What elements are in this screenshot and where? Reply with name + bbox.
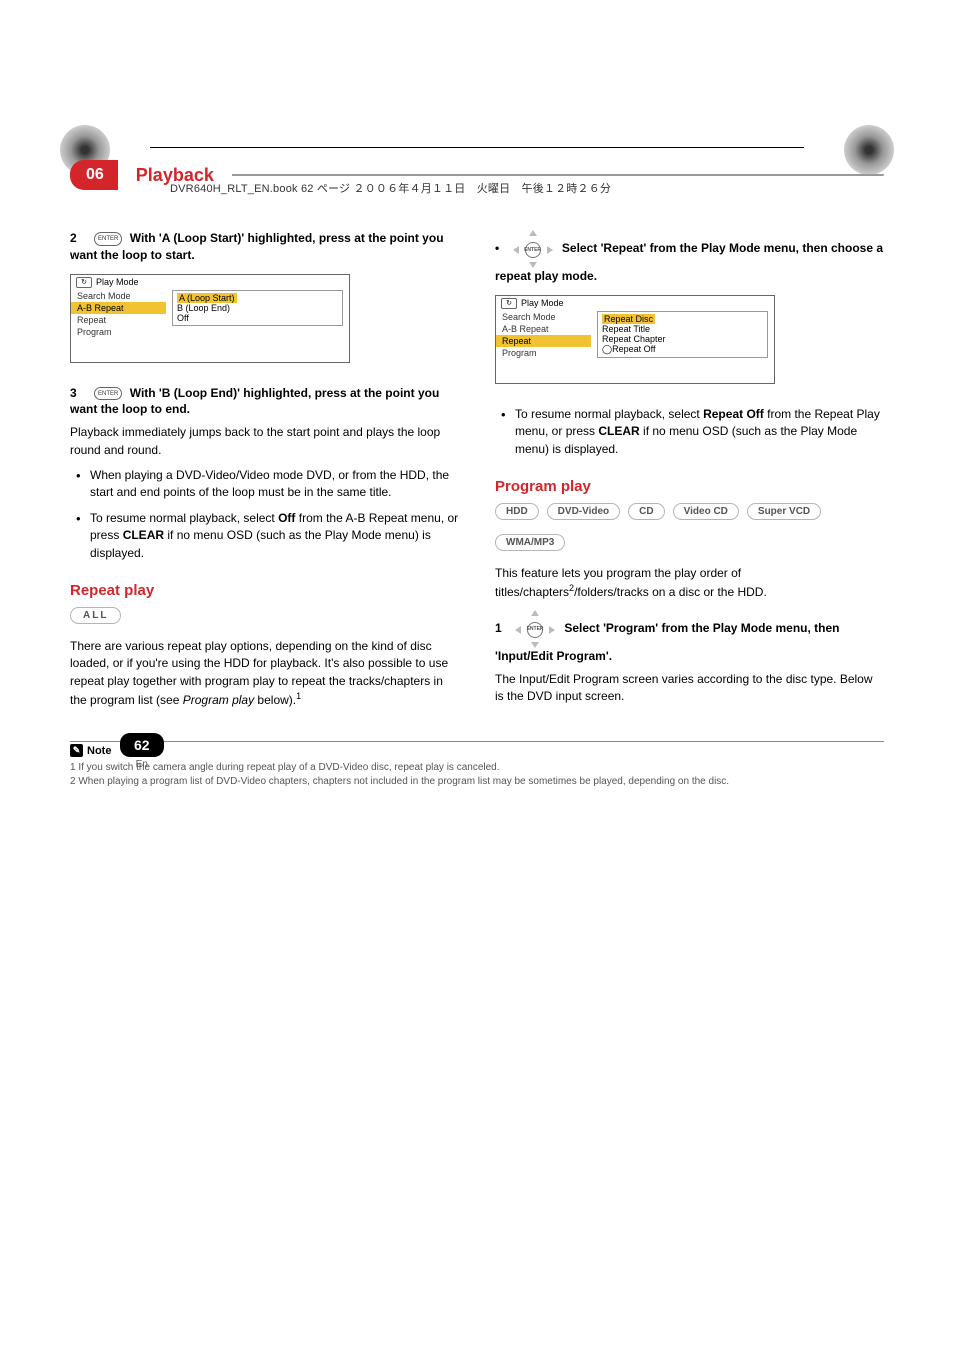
left-column: 2 ENTER With 'A (Loop Start)' highlighte… [70,230,459,717]
badge-cd: CD [628,503,664,520]
enter-button-icon: ENTER [94,387,122,400]
play-mode-menu-1: ↻ Play Mode Search Mode A-B Repeat Repea… [70,274,350,363]
step-number: 3 [70,386,77,400]
chapter-number: 06 [70,160,118,190]
step-text: With 'A (Loop Start)' highlighted, press… [70,231,444,262]
badge-wmamp3: WMA/MP3 [495,534,565,551]
footnote-2: 2 When playing a program list of DVD-Vid… [70,775,884,789]
menu-option: B (Loop End) [177,303,338,313]
badge-dvdvideo: DVD-Video [547,503,621,520]
menu-option-highlighted: Repeat Disc [602,314,655,324]
menu-title: Play Mode [521,298,564,308]
badge-row-1: HDD DVD-Video CD Video CD Super VCD [495,503,884,520]
step-number: 1 [495,621,502,635]
menu-item: Repeat [71,314,166,326]
nav-pad-icon: ENTER [515,610,555,648]
menu-item: Program [496,347,591,359]
step-text: With 'B (Loop End)' highlighted, press a… [70,386,439,417]
play-mode-icon: ↻ [76,277,92,288]
chapter-title: Playback [118,161,232,190]
enter-button-icon: ENTER [94,232,122,245]
menu-option-highlighted: A (Loop Start) [177,293,237,303]
step-number: 2 [70,231,77,245]
paragraph: The Input/Edit Program screen varies acc… [495,671,884,706]
step-1: 1 ENTER Select 'Program' from the Play M… [495,610,884,665]
bullet-item: When playing a DVD-Video/Video mode DVD,… [90,467,459,502]
menu-option: Repeat Chapter [602,334,763,344]
paragraph: This feature lets you program the play o… [495,565,884,602]
bullet-item: To resume normal playback, select Off fr… [90,510,459,562]
page-number: 62 [120,733,164,757]
menu-item: Program [71,326,166,338]
step-2: 2 ENTER With 'A (Loop Start)' highlighte… [70,230,459,264]
section-heading-repeat-play: Repeat play [70,582,459,599]
page-number-block: 62 En [120,733,164,770]
badge-all: ALL [70,607,121,624]
play-mode-icon: ↻ [501,298,517,309]
note-section: ✎ Note 1 If you switch the camera angle … [70,741,884,788]
footnote-1: 1 If you switch the camera angle during … [70,761,884,775]
menu-item-highlighted: Repeat [496,335,591,347]
right-column: • ENTER Select 'Repeat' from the Play Mo… [495,230,884,717]
menu-item: Search Mode [496,311,591,323]
menu-item: Search Mode [71,290,166,302]
bullet-marker: • [495,241,499,255]
step-3: 3 ENTER With 'B (Loop End)' highlighted,… [70,385,459,419]
menu-item-highlighted: A-B Repeat [71,302,166,314]
menu-option: Repeat Title [602,324,763,334]
badge-supervcd: Super VCD [747,503,821,520]
badge-hdd: HDD [495,503,539,520]
menu-title: Play Mode [96,277,139,287]
paragraph: Playback immediately jumps back to the s… [70,424,459,459]
page-lang: En [120,759,164,770]
paragraph: There are various repeat play options, d… [70,638,459,710]
badge-row-2: WMA/MP3 [495,534,884,551]
note-icon: ✎ [70,744,83,757]
step-bullet: • ENTER Select 'Repeat' from the Play Mo… [495,230,884,285]
badge-videocd: Video CD [673,503,739,520]
nav-pad-icon: ENTER [513,230,553,268]
section-heading-program-play: Program play [495,478,884,495]
menu-option: ◯Repeat Off [602,344,763,355]
play-mode-menu-2: ↻ Play Mode Search Mode A-B Repeat Repea… [495,295,775,384]
bullet-item: To resume normal playback, select Repeat… [515,406,884,458]
menu-option: Off [177,313,338,323]
menu-item: A-B Repeat [496,323,591,335]
note-label: Note [87,745,111,757]
step-text: Select 'Repeat' from the Play Mode menu,… [495,241,883,283]
chapter-header: 06 Playback [70,160,884,190]
